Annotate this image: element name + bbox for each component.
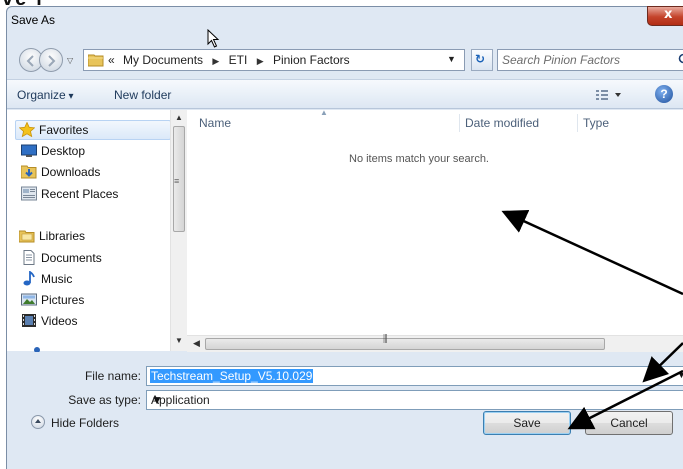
refresh-icon: ↻ <box>475 52 486 66</box>
scrollbar-thumb[interactable] <box>205 338 605 350</box>
search-input[interactable] <box>502 52 672 68</box>
documents-icon <box>23 250 35 265</box>
forward-arrow-icon <box>48 55 56 67</box>
command-toolbar: Organize New folder ? <box>7 79 683 109</box>
close-button[interactable] <box>647 6 683 26</box>
breadcrumb-chevron-icon[interactable]: ▶ <box>212 56 219 66</box>
nav-item-label: Music <box>41 272 73 286</box>
file-name-dropdown-icon[interactable]: ▼ <box>677 370 683 380</box>
nav-item-label: Recent Places <box>41 187 119 201</box>
save-as-type-select[interactable]: Application ▼ <box>146 390 683 410</box>
collapse-chevron-icon <box>31 415 45 429</box>
file-list-pane[interactable]: Name ▲ Date modified Type No items match… <box>187 108 683 351</box>
nav-pane-scrollbar[interactable]: ▲ ≡ ▼ <box>170 110 187 351</box>
window-title: Save As <box>11 13 56 27</box>
change-view-icon[interactable] <box>595 88 625 102</box>
breadcrumb-overflow[interactable]: « <box>108 53 115 67</box>
recent-locations-dropdown-icon[interactable]: ▽ <box>67 56 73 65</box>
save-as-type-label: Save as type: <box>68 393 141 407</box>
empty-folder-message: No items match your search. <box>349 153 489 165</box>
back-arrow-icon <box>26 55 34 67</box>
file-name-selected-text[interactable]: Techstream_Setup_V5.10.029 <box>150 369 314 383</box>
file-name-field[interactable]: Techstream_Setup_V5.10.029 ▼ <box>146 366 683 386</box>
save-button[interactable]: Save <box>483 411 571 435</box>
breadcrumb-item-pinion-factors[interactable]: Pinion Factors <box>273 53 350 67</box>
breadcrumb-chevron-icon[interactable]: ▶ <box>257 56 264 66</box>
search-icon[interactable] <box>678 53 683 67</box>
desktop-icon <box>21 144 37 157</box>
search-box[interactable] <box>497 49 683 71</box>
nav-item-label: Favorites <box>39 123 89 137</box>
breadcrumb-item-my-documents[interactable]: My Documents <box>123 53 203 67</box>
navigation-pane: Favorites Desktop Downloads Recent Place… <box>7 110 185 352</box>
new-folder-button[interactable]: New folder <box>114 88 171 102</box>
star-icon <box>19 122 35 137</box>
pictures-icon <box>21 293 37 306</box>
column-header-date-modified[interactable]: Date modified <box>465 116 539 130</box>
column-divider[interactable] <box>459 114 460 132</box>
nav-item-label: Documents <box>41 251 102 265</box>
organize-menu-button[interactable]: Organize <box>17 88 74 102</box>
save-as-dialog: Save As ▽ « My Documents ▶ ETI ▶ Pinion … <box>6 6 683 469</box>
column-header-type[interactable]: Type <box>583 116 609 130</box>
refresh-button[interactable]: ↻ <box>471 49 493 71</box>
music-icon <box>23 271 35 286</box>
mouse-pointer-icon <box>207 29 220 48</box>
scroll-left-icon[interactable]: ◀ <box>193 338 200 349</box>
hide-folders-label: Hide Folders <box>51 416 120 430</box>
nav-item-label: Desktop <box>41 144 86 158</box>
address-row: ▽ « My Documents ▶ ETI ▶ Pinion Factors … <box>7 47 683 75</box>
address-bar[interactable]: « My Documents ▶ ETI ▶ Pinion Factors ▼ <box>83 49 465 71</box>
address-dropdown-icon[interactable]: ▼ <box>447 54 456 64</box>
homegroup-icon <box>34 347 40 352</box>
grip-icon: ≡ <box>174 176 180 186</box>
file-list-horizontal-scrollbar[interactable]: ◀ ⫼ ▶ <box>187 334 683 352</box>
help-button[interactable]: ? <box>655 85 673 103</box>
save-as-type-dropdown-icon[interactable]: ▼ <box>151 393 163 407</box>
grip-icon: ⫼ <box>383 334 388 345</box>
column-header-name[interactable]: Name <box>199 116 231 130</box>
sort-indicator-icon: ▲ <box>320 108 328 117</box>
breadcrumb: « My Documents ▶ ETI ▶ Pinion Factors <box>108 53 350 67</box>
libraries-icon <box>19 230 35 243</box>
nav-item-label: Libraries <box>39 229 86 243</box>
forward-button[interactable] <box>39 48 63 72</box>
nav-item-label: Pictures <box>41 293 85 307</box>
videos-icon <box>22 314 36 327</box>
scroll-down-icon[interactable]: ▼ <box>175 336 183 345</box>
file-name-label: File name: <box>84 369 141 383</box>
column-divider[interactable] <box>577 114 578 132</box>
title-bar: Save As <box>7 6 683 37</box>
downloads-icon <box>21 165 37 179</box>
nav-item-label: Downloads <box>41 165 101 179</box>
nav-item-label: Videos <box>41 314 78 328</box>
cancel-button[interactable]: Cancel <box>585 411 673 435</box>
breadcrumb-item-eti[interactable]: ETI <box>229 53 248 67</box>
folder-icon <box>88 54 104 67</box>
scroll-up-icon[interactable]: ▲ <box>175 113 183 122</box>
recent-places-icon <box>21 186 37 201</box>
